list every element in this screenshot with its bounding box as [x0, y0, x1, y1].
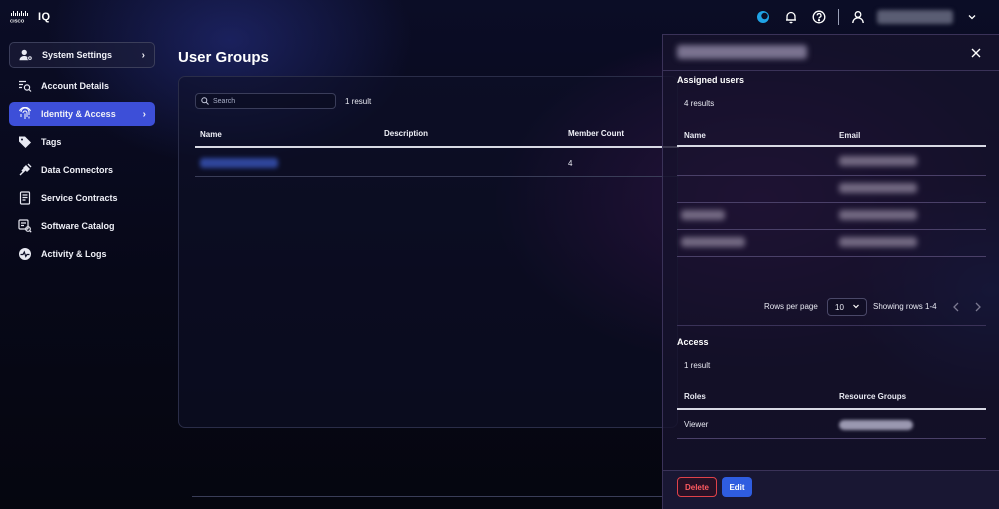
drawer-title-redacted [677, 45, 807, 59]
contract-icon [18, 191, 32, 205]
sidebar-item-activity-logs[interactable]: Activity & Logs [9, 242, 155, 266]
column-header-description[interactable]: Description [384, 129, 428, 138]
sidebar-item-system-settings[interactable]: System Settings › [9, 42, 155, 68]
help-icon[interactable] [810, 8, 828, 26]
sidebar-item-label: Tags [41, 137, 62, 147]
rows-per-page-value: 10 [835, 302, 844, 312]
search-input[interactable]: Search [195, 93, 336, 109]
group-details-drawer: Assigned users 4 results Name Email Rows… [662, 34, 999, 509]
close-icon[interactable] [970, 46, 982, 58]
table-row [677, 230, 986, 257]
table-row [677, 203, 986, 230]
toolbar-divider [838, 9, 839, 25]
sidebar-item-service-contracts[interactable]: Service Contracts [9, 186, 155, 210]
svg-text:CISCO: CISCO [10, 19, 25, 24]
table-row [677, 176, 986, 203]
search-icon [201, 97, 209, 105]
column-header-email[interactable]: Email [839, 131, 860, 140]
sidebar-item-label: Activity & Logs [41, 249, 107, 259]
rows-per-page-label: Rows per page [764, 302, 818, 311]
user-name-redacted[interactable] [877, 10, 953, 24]
page-title: User Groups [178, 49, 269, 66]
rows-per-page-select[interactable]: 10 [827, 298, 867, 316]
sidebar: System Settings › Account Details Identi… [9, 42, 155, 270]
name-redacted [681, 237, 745, 247]
search-list-icon [18, 79, 32, 93]
logo[interactable]: CISCO IQ [10, 10, 51, 24]
tag-icon [18, 135, 32, 149]
edit-button[interactable]: Edit [722, 477, 752, 497]
sidebar-item-identity-access[interactable]: Identity & Access › [9, 102, 155, 126]
sidebar-item-data-connectors[interactable]: Data Connectors [9, 158, 155, 182]
bell-icon[interactable] [782, 8, 800, 26]
email-redacted [839, 237, 917, 247]
table-header: Name Description Member Count [195, 123, 679, 148]
sidebar-item-tags[interactable]: Tags [9, 130, 155, 154]
showing-rows: Showing rows 1-4 [873, 302, 937, 311]
sidebar-item-label: Software Catalog [41, 221, 115, 231]
assigned-users-title: Assigned users [677, 75, 745, 85]
prev-page-icon[interactable] [949, 300, 963, 314]
assigned-users-header: Name Email [677, 123, 986, 147]
name-redacted [681, 210, 725, 220]
sidebar-item-software-catalog[interactable]: Software Catalog [9, 214, 155, 238]
access-table-header: Roles Resource Groups [677, 386, 986, 410]
plug-icon [18, 163, 32, 177]
group-name-link-redacted[interactable] [200, 158, 278, 168]
section-divider [677, 325, 986, 326]
role-cell: Viewer [684, 420, 709, 429]
top-bar: CISCO IQ [0, 0, 999, 34]
assistant-icon[interactable] [754, 8, 772, 26]
result-count: 1 result [345, 97, 372, 106]
column-header-roles[interactable]: Roles [684, 392, 706, 401]
search-placeholder: Search [213, 97, 236, 105]
divider [192, 496, 662, 497]
chevron-down-icon [852, 302, 860, 312]
sidebar-item-label: Service Contracts [41, 193, 118, 203]
sidebar-item-label: Identity & Access [41, 109, 116, 119]
fingerprint-icon [18, 107, 32, 121]
table-row[interactable]: 4 [195, 150, 679, 177]
email-redacted [839, 210, 917, 220]
chevron-down-icon[interactable] [963, 8, 981, 26]
email-redacted [839, 183, 917, 193]
pagination: Rows per page 10 Showing rows 1-4 [663, 298, 999, 316]
drawer-header [663, 35, 999, 71]
user-gear-icon [19, 48, 33, 62]
email-redacted [839, 156, 917, 166]
access-title: Access [677, 337, 709, 347]
column-header-name[interactable]: Name [200, 130, 222, 139]
resource-group-redacted [839, 420, 913, 430]
delete-button[interactable]: Delete [677, 477, 717, 497]
catalog-icon [18, 219, 32, 233]
table-row [677, 149, 986, 176]
cisco-logo-icon: CISCO [10, 10, 32, 23]
drawer-footer: Delete Edit [663, 470, 999, 509]
column-header-name[interactable]: Name [684, 131, 706, 140]
chevron-right-icon: › [142, 108, 146, 120]
assigned-users-count: 4 results [684, 99, 715, 108]
access-count: 1 result [684, 361, 711, 370]
sidebar-item-label: System Settings [42, 50, 113, 60]
sidebar-item-label: Account Details [41, 81, 110, 91]
member-count-cell: 4 [568, 159, 573, 168]
sidebar-item-label: Data Connectors [41, 165, 114, 175]
table-row: Viewer [677, 411, 986, 439]
user-icon[interactable] [849, 8, 867, 26]
next-page-icon[interactable] [971, 300, 985, 314]
activity-icon [18, 247, 32, 261]
user-groups-card: Search 1 result Name Description Member … [178, 76, 679, 428]
chevron-right-icon: › [141, 49, 145, 61]
column-header-resource-groups[interactable]: Resource Groups [839, 392, 906, 401]
column-header-member-count[interactable]: Member Count [568, 129, 624, 138]
sidebar-item-account-details[interactable]: Account Details [9, 74, 155, 98]
app-name: IQ [38, 10, 51, 23]
